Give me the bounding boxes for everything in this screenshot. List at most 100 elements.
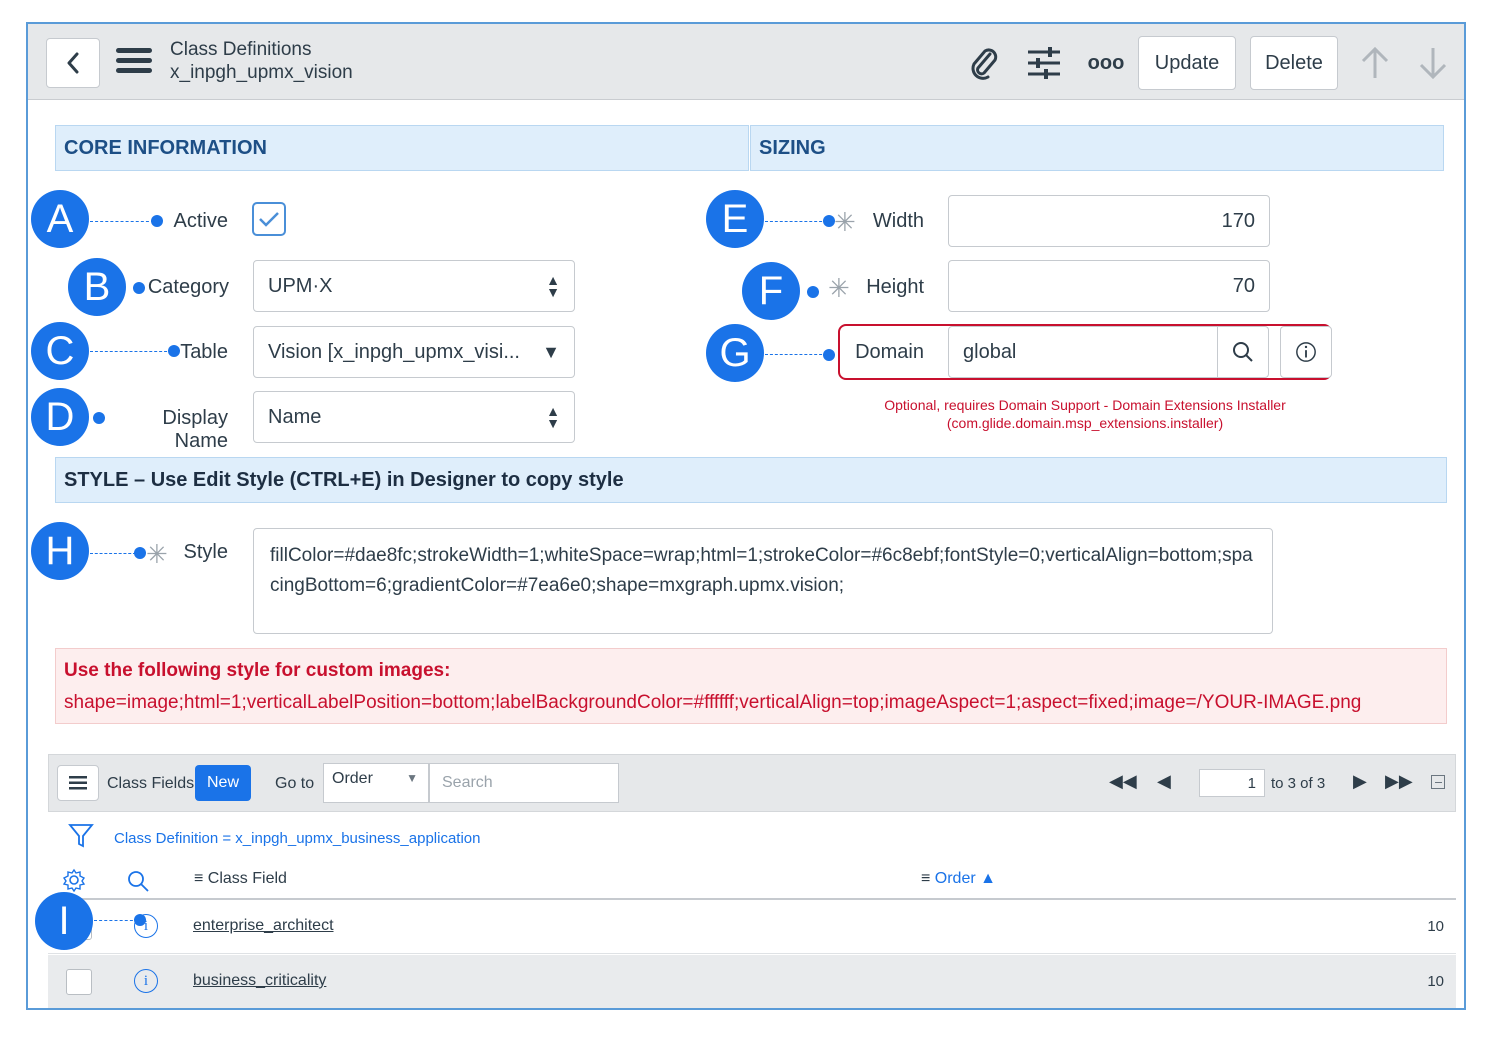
page-title: Class Definitions x_inpgh_upmx_vision [170,38,353,84]
updown-icon: ▲ ▼ [546,272,560,300]
category-select[interactable]: UPM·X ▲ ▼ [253,260,575,312]
callout-dot [134,914,146,926]
related-list-toolbar: Class Fields New Go to Order ▼ Search ◀◀… [48,754,1456,812]
collapse-icon[interactable] [1431,775,1445,789]
list-menu-icon[interactable] [57,765,99,801]
height-input[interactable]: 70 [948,260,1270,312]
checkmark-icon [259,212,279,227]
context-menu-icon[interactable] [116,48,152,76]
form-header: Class Definitions x_inpgh_upmx_vision oo… [28,24,1464,100]
alert-style-text: shape=image;html=1;verticalLabelPosition… [64,692,1362,713]
callout-line [90,221,154,222]
callout-badge-a: A [31,190,89,248]
column-menu-icon: ≡ [921,870,935,887]
section-core-information: CORE INFORMATION [55,125,749,171]
active-checkbox[interactable] [252,202,286,236]
form-title: Class Definitions [170,39,312,60]
callout-badge-e: E [706,190,764,248]
callout-dot [93,412,105,424]
paperclip-icon[interactable] [966,46,1002,80]
new-button[interactable]: New [195,765,251,801]
callout-dot [133,282,145,294]
width-label: Width [872,210,924,232]
domain-lookup-button[interactable] [1217,326,1269,378]
goto-select-value: Order [332,770,373,787]
form-frame: Class Definitions x_inpgh_upmx_vision oo… [26,22,1466,1010]
section-sizing: SIZING [750,125,1444,171]
domain-input[interactable]: global [948,326,1218,378]
column-header-order[interactable]: ≡ Order ▲ [921,870,996,888]
alert-title: Use the following style for custom image… [64,660,451,681]
height-label: Height [866,276,924,298]
info-icon[interactable]: i [134,969,158,993]
related-list-title: Class Fields [107,775,195,792]
settings-sliders-icon[interactable] [1024,46,1064,80]
arrow-down-icon[interactable] [1416,46,1450,80]
goto-select[interactable]: Order ▼ [323,763,429,803]
display-name-value: Name [268,405,322,428]
list-search-input[interactable]: Search [429,763,619,803]
callout-dot [151,215,163,227]
table-row[interactable]: i enterprise_architect 10 [48,900,1456,954]
update-button[interactable]: Update [1138,36,1236,90]
callout-line [90,351,172,352]
back-button[interactable] [46,38,100,88]
info-icon [1296,342,1316,362]
callout-line [90,553,136,554]
required-asterisk-icon: ✳ [828,273,850,303]
custom-image-style-alert: Use the following style for custom image… [55,648,1447,724]
required-asterisk-icon: ✳ [146,539,168,569]
search-icon [1233,342,1253,362]
display-name-label: Display Name [162,407,228,452]
list-settings-gear-icon[interactable] [62,868,86,892]
class-field-link[interactable]: enterprise_architect [193,917,334,935]
table-row[interactable]: i business_criticality 10 [48,955,1456,1008]
column-menu-icon: ≡ [194,870,208,887]
table-value: Vision [x_inpgh_upmx_visi... [268,340,520,363]
more-options-icon[interactable]: ooo [1086,46,1126,80]
delete-button[interactable]: Delete [1250,36,1338,90]
width-input[interactable]: 170 [948,195,1270,247]
table-select[interactable]: Vision [x_inpgh_upmx_visi... ▼ [253,326,575,378]
page-number-input[interactable]: 1 [1199,769,1265,797]
arrow-up-icon[interactable] [1358,46,1392,80]
first-page-icon[interactable]: ◀◀ [1109,771,1137,792]
callout-dot [823,349,835,361]
callout-line [94,920,138,921]
page-total: to 3 of 3 [1271,775,1326,792]
updown-icon: ▲ ▼ [546,403,560,431]
filter-condition-link[interactable]: Class Definition = x_inpgh_upmx_business… [114,830,480,847]
dropdown-triangle-icon: ▼ [406,771,418,785]
style-textarea[interactable]: fillColor=#dae8fc;strokeWidth=1;whiteSpa… [253,528,1273,634]
callout-badge-h: H [31,522,89,580]
row-checkbox[interactable] [66,969,92,995]
domain-note-line2: (com.glide.domain.msp_extensions.install… [946,415,1224,431]
required-asterisk-icon: ✳ [834,207,856,237]
callout-badge-f: F [742,262,800,320]
prev-page-icon[interactable]: ◀ [1157,771,1171,792]
filter-funnel-icon[interactable] [68,822,94,850]
goto-label: Go to [275,775,315,792]
domain-note: Optional, requires Domain Support - Doma… [838,396,1332,432]
chevron-left-icon [67,52,79,74]
callout-badge-g: G [706,324,764,382]
dropdown-triangle-icon: ▼ [542,341,560,362]
callout-dot [807,286,819,298]
column-header-class-field[interactable]: ≡ Class Field [194,870,287,888]
record-name: x_inpgh_upmx_vision [170,62,353,83]
last-page-icon[interactable]: ▶▶ [1385,771,1413,792]
class-field-link[interactable]: business_criticality [193,972,326,990]
table-label: Table [180,341,228,363]
domain-label: Domain [855,341,924,363]
domain-info-button[interactable] [1280,326,1332,378]
callout-line [765,354,827,355]
style-label: Style [183,541,228,563]
column-search-icon[interactable] [126,869,150,893]
callout-badge-c: C [31,322,89,380]
display-name-select[interactable]: Name ▲ ▼ [253,391,575,443]
callout-dot [134,547,146,559]
callout-line [765,221,827,222]
column-header-label: Order ▲ [934,870,996,887]
callout-badge-i: I [35,892,93,950]
next-page-icon[interactable]: ▶ [1353,771,1367,792]
